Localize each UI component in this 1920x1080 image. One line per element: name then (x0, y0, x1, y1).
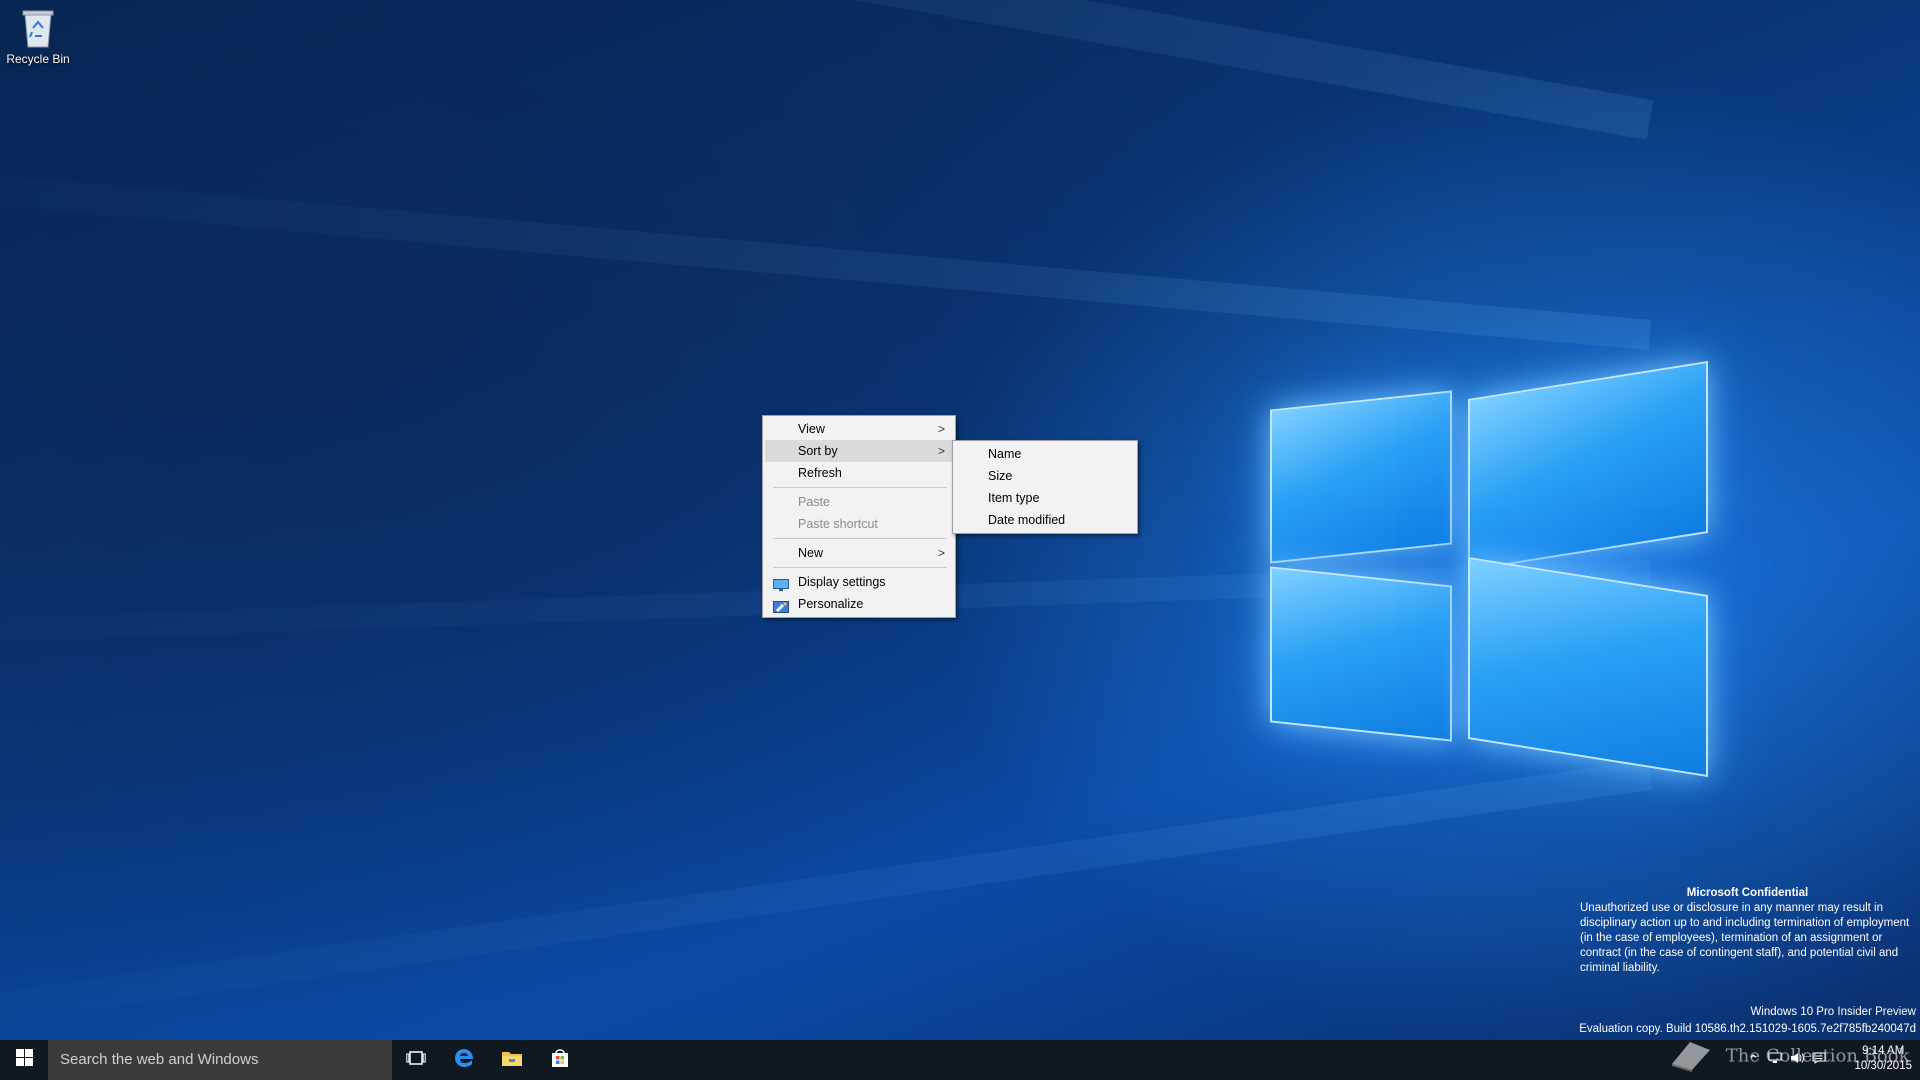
task-view-button[interactable] (392, 1040, 440, 1080)
submenu-item-size[interactable]: Size (955, 465, 1135, 487)
light-beam (0, 0, 1654, 140)
recycle-bin-icon (21, 8, 55, 48)
menu-item-display-settings[interactable]: Display settings (765, 571, 953, 593)
search-input[interactable]: Search the web and Windows (48, 1040, 392, 1080)
desktop-background[interactable]: Recycle Bin View > Sort by > Refresh Pas… (0, 0, 1920, 1040)
book-icon (1668, 1036, 1714, 1077)
logo-pane-top-left (1270, 390, 1452, 564)
menu-item-label: Item type (988, 491, 1040, 505)
menu-item-paste: Paste (765, 491, 953, 513)
menu-item-label: Display settings (798, 575, 886, 589)
menu-item-personalize[interactable]: Personalize (765, 593, 953, 615)
menu-item-label: View (798, 422, 825, 436)
menu-separator (773, 487, 947, 488)
menu-item-label: Date modified (988, 513, 1066, 527)
confidential-watermark: Microsoft Confidential Unauthorized use … (1580, 886, 1915, 976)
search-placeholder: Search the web and Windows (60, 1051, 259, 1068)
menu-item-label: Personalize (798, 597, 864, 611)
menu-item-label: New (798, 546, 824, 560)
logo-pane-bottom-left (1270, 566, 1452, 742)
submenu-item-date-modified[interactable]: Date modified (955, 509, 1135, 531)
menu-item-new[interactable]: New > (765, 542, 953, 564)
menu-item-label: Name (988, 447, 1022, 461)
menu-item-label: Paste shortcut (798, 517, 878, 531)
file-explorer-button[interactable] (488, 1040, 536, 1080)
file-explorer-icon (501, 1049, 523, 1072)
submenu-item-item-type[interactable]: Item type (955, 487, 1135, 509)
light-beam (0, 158, 1652, 350)
store-button[interactable] (536, 1040, 584, 1080)
watermark-title: Microsoft Confidential (1686, 887, 1809, 899)
build-info: Windows 10 Pro Insider Preview Evaluatio… (1579, 1004, 1916, 1038)
taskbar: Search the web and Windows ⌃ 9:14 AM 10/… (0, 1040, 1920, 1080)
personalize-icon (773, 598, 789, 613)
start-button[interactable] (0, 1040, 48, 1080)
recycle-bin-label: Recycle Bin (6, 52, 70, 66)
edition-label: Windows 10 Pro Insider Preview (1750, 1006, 1916, 1018)
brand-watermark: The Collection Book (1668, 1036, 1910, 1077)
edge-button[interactable] (440, 1040, 488, 1080)
desktop-icon-recycle-bin[interactable]: Recycle Bin (4, 6, 72, 78)
sort-by-submenu: Name Size Item type Date modified (952, 440, 1138, 534)
logo-pane-bottom-right (1468, 556, 1708, 778)
menu-separator (773, 567, 947, 568)
watermark-text: Unauthorized use or disclosure in any ma… (1580, 902, 1910, 974)
chevron-right-icon: > (937, 546, 945, 560)
desktop-context-menu: View > Sort by > Refresh Paste Paste sho… (762, 415, 956, 618)
menu-item-label: Size (988, 469, 1013, 483)
menu-item-label: Sort by (798, 444, 838, 458)
chevron-right-icon: > (937, 422, 945, 436)
windows-logo (1260, 340, 1720, 790)
logo-pane-top-right (1468, 360, 1708, 572)
light-beam (0, 760, 1653, 1040)
menu-item-label: Paste (798, 495, 830, 509)
submenu-item-name[interactable]: Name (955, 443, 1135, 465)
chevron-right-icon: > (937, 444, 945, 458)
task-view-icon (406, 1050, 426, 1071)
menu-item-label: Refresh (798, 466, 842, 480)
display-icon (773, 576, 789, 591)
menu-item-view[interactable]: View > (765, 418, 953, 440)
store-icon (550, 1048, 570, 1073)
menu-item-paste-shortcut: Paste shortcut (765, 513, 953, 535)
menu-separator (773, 538, 947, 539)
brand-watermark-text: The Collection Book (1725, 1045, 1910, 1067)
edge-icon (453, 1047, 475, 1074)
windows-start-icon (15, 1049, 33, 1071)
menu-item-refresh[interactable]: Refresh (765, 462, 953, 484)
menu-item-sort-by[interactable]: Sort by > (765, 440, 953, 462)
